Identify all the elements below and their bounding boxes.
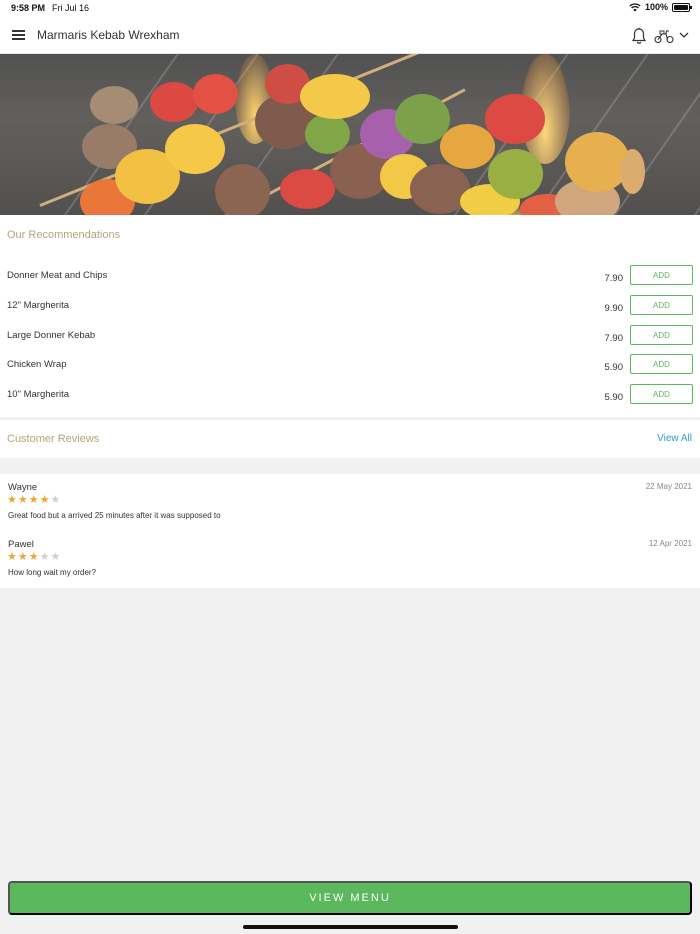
battery-percent: 100% bbox=[644, 2, 668, 12]
recommendations-title: Our Recommendations bbox=[7, 229, 121, 241]
add-button[interactable]: ADD bbox=[630, 265, 693, 285]
add-button[interactable]: ADD bbox=[630, 354, 693, 374]
review-item: Wayne 22 May 2021 ★ ★ ★ ★ ★ Great food but a… bbox=[0, 482, 700, 532]
review-date: 22 May 2021 bbox=[645, 482, 692, 491]
status-right: 100% bbox=[629, 2, 692, 12]
item-price: 5.90 bbox=[604, 362, 624, 373]
star-filled-icon: ★ bbox=[7, 494, 17, 506]
recommendation-row: Large Donner Kebab 7.90 ADD bbox=[0, 325, 700, 360]
item-price: 5.90 bbox=[604, 392, 624, 403]
review-author: Pawel bbox=[8, 539, 34, 550]
star-filled-icon: ★ bbox=[28, 494, 39, 506]
scooter-icon[interactable] bbox=[654, 28, 674, 44]
view-all-link[interactable]: View All bbox=[657, 433, 692, 444]
hero-image bbox=[0, 54, 700, 215]
home-indicator bbox=[243, 925, 458, 929]
item-name: Chicken Wrap bbox=[7, 359, 67, 370]
item-name: Donner Meat and Chips bbox=[7, 270, 108, 281]
reviews-title: Customer Reviews bbox=[7, 433, 100, 445]
item-price: 9.90 bbox=[604, 303, 624, 314]
reviews-list: Wayne 22 May 2021 ★ ★ ★ ★ ★ Great food but a… bbox=[0, 474, 700, 588]
item-price: 7.90 bbox=[604, 273, 624, 284]
star-rating: ★ ★ ★ ★ ★ bbox=[7, 495, 60, 506]
add-button[interactable]: ADD bbox=[630, 384, 693, 404]
star-empty-icon: ★ bbox=[39, 551, 50, 563]
app-bar: Marmaris Kebab Wrexham bbox=[0, 17, 700, 54]
star-rating: ★ ★ ★ ★ ★ bbox=[7, 552, 60, 563]
review-text: How long wait my order? bbox=[8, 568, 97, 577]
star-filled-icon: ★ bbox=[28, 551, 39, 563]
restaurant-title: Marmaris Kebab Wrexham bbox=[37, 28, 180, 42]
item-name: 10" Margherita bbox=[7, 389, 69, 400]
item-name: Large Donner Kebab bbox=[7, 330, 96, 341]
item-price: 7.90 bbox=[604, 333, 624, 344]
add-button[interactable]: ADD bbox=[630, 295, 693, 315]
star-filled-icon: ★ bbox=[7, 551, 17, 563]
star-empty-icon: ★ bbox=[50, 494, 61, 506]
status-bar: 9:58 PM Fri Jul 16 100% bbox=[0, 0, 700, 17]
review-author: Wayne bbox=[8, 482, 38, 493]
status-time: 9:58 PM bbox=[11, 3, 46, 13]
chevron-down-icon[interactable] bbox=[678, 29, 690, 41]
reviews-header: Customer Reviews View All bbox=[0, 420, 700, 458]
menu-icon[interactable] bbox=[12, 30, 25, 40]
item-name: 12" Margherita bbox=[7, 300, 69, 311]
battery-icon bbox=[672, 2, 692, 12]
status-date: Fri Jul 16 bbox=[52, 3, 90, 13]
recommendation-row: Chicken Wrap 5.90 ADD bbox=[0, 354, 700, 389]
recommendations-section: Our Recommendations Donner Meat and Chip… bbox=[0, 215, 700, 417]
star-filled-icon: ★ bbox=[17, 551, 28, 563]
view-menu-button[interactable]: VIEW MENU bbox=[8, 881, 692, 915]
star-filled-icon: ★ bbox=[17, 494, 28, 506]
star-filled-icon: ★ bbox=[39, 494, 50, 506]
review-date: 12 Apr 2021 bbox=[648, 539, 692, 548]
review-text: Great food but a arrived 25 minutes afte… bbox=[8, 511, 221, 520]
recommendation-row: 10" Margherita 5.90 ADD bbox=[0, 384, 700, 419]
wifi-icon bbox=[629, 2, 641, 11]
bell-icon[interactable] bbox=[631, 27, 647, 45]
review-item: Pawel 12 Apr 2021 ★ ★ ★ ★ ★ How long wait my… bbox=[0, 539, 700, 589]
add-button[interactable]: ADD bbox=[630, 325, 693, 345]
recommendation-row: Donner Meat and Chips 7.90 ADD bbox=[0, 265, 700, 300]
star-empty-icon: ★ bbox=[50, 551, 61, 563]
recommendation-row: 12" Margherita 9.90 ADD bbox=[0, 295, 700, 330]
